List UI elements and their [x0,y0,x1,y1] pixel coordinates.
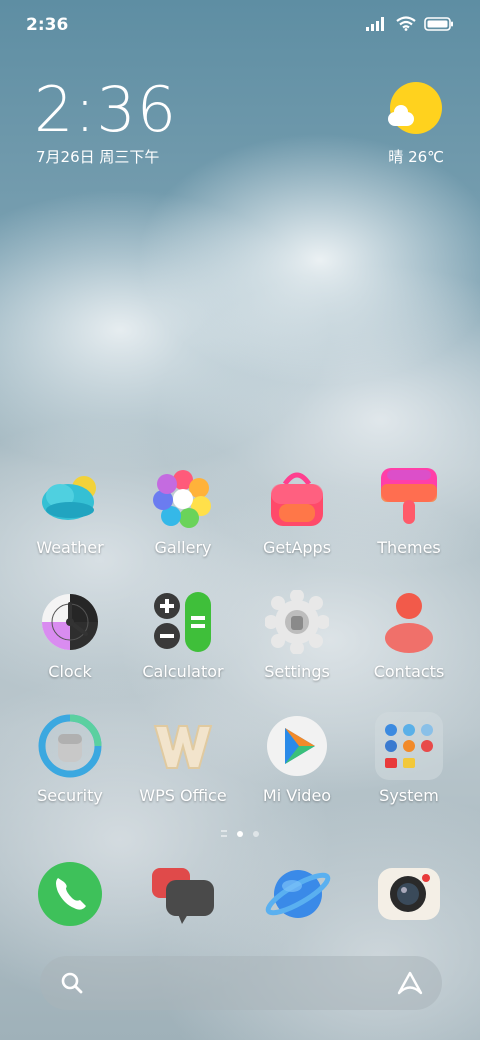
app-settings[interactable]: Settings [242,589,352,681]
settings-icon [264,589,330,655]
dock-messages[interactable] [148,858,220,930]
phone-icon [38,862,102,926]
wifi-icon [396,16,416,31]
status-time: 2:36 [26,15,69,35]
dock-camera[interactable] [374,858,446,930]
app-label: Clock [48,662,92,681]
app-label: Settings [264,662,330,681]
app-label: System [379,786,439,805]
app-system-folder[interactable]: System [354,712,464,805]
dock-browser[interactable] [262,858,334,930]
app-label: Mi Video [262,786,332,805]
getapps-icon [265,466,329,530]
app-security[interactable]: Security [15,714,125,805]
messages-icon [152,868,214,924]
sun-icon [388,82,442,134]
app-mi-video[interactable]: Mi Video [242,714,352,805]
page-dot [253,830,259,837]
page-dot-active [237,830,243,837]
weather-widget[interactable] [386,82,446,134]
status-bar: 2:36 [0,0,480,50]
app-themes[interactable]: Themes [354,466,464,557]
app-label: Themes [377,538,441,557]
app-weather[interactable]: Weather [15,466,125,557]
app-label: Security [37,786,103,805]
mi-video-icon [265,714,329,778]
app-gallery[interactable]: Gallery [128,466,238,557]
weather-icon [38,466,102,530]
page-indicator[interactable] [0,830,480,837]
battery-icon [424,16,453,31]
search-bar[interactable] [40,956,442,1010]
weather-widget-text: 晴 26℃ [388,148,444,166]
clock-widget-date: 7月26日 周三下午 [36,148,160,166]
themes-icon [377,466,441,530]
clock-widget-time[interactable]: 2:36 [34,78,177,142]
search-icon [61,972,83,994]
dock-phone[interactable] [34,858,106,930]
app-getapps[interactable]: GetApps [242,466,352,557]
system-folder-icon [375,712,443,780]
app-label: WPS Office [139,786,227,805]
app-label: Gallery [154,538,212,557]
camera-icon [378,868,440,920]
gallery-icon [151,466,215,530]
security-icon [38,714,102,778]
page-indicator-list [221,830,227,837]
app-contacts[interactable]: Contacts [354,590,464,681]
contacts-icon [377,590,441,654]
wps-office-icon [151,714,215,778]
status-icons [366,16,454,31]
app-wps-office[interactable]: WPS Office [128,714,238,805]
app-label: GetApps [262,538,332,557]
app-label: Contacts [373,662,445,681]
assistant-icon[interactable] [396,970,424,996]
signal-icon [366,16,384,31]
clock-icon [38,590,102,654]
app-label: Weather [36,538,104,557]
app-clock[interactable]: Clock [15,590,125,681]
app-label: Calculator [142,662,224,681]
app-calculator[interactable]: Calculator [128,590,238,681]
browser-icon [265,870,331,918]
calculator-icon [151,590,215,654]
